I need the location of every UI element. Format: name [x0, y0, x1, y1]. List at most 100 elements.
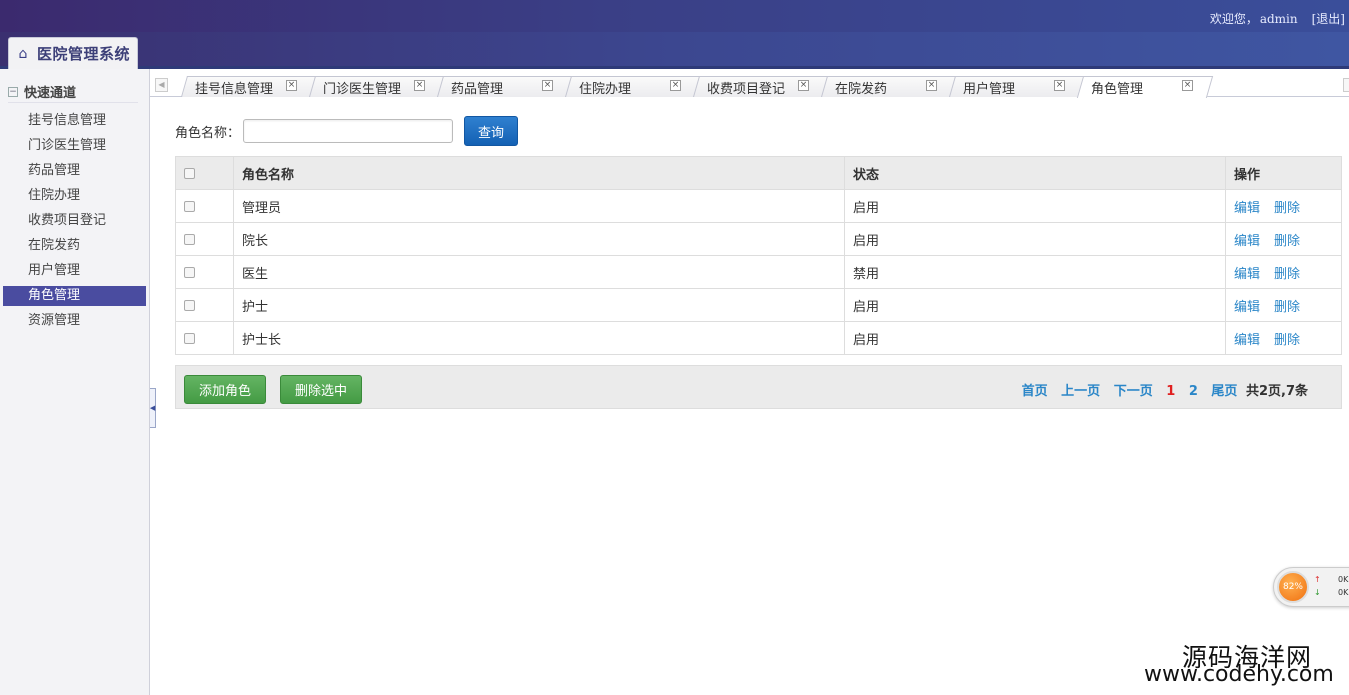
- tab-label: 在院发药: [835, 82, 888, 97]
- sidebar-item[interactable]: 住院办理: [3, 186, 146, 206]
- sidebar-item[interactable]: 收费项目登记: [3, 211, 146, 231]
- home-icon: ⌂: [18, 45, 28, 62]
- upload-speed: 0K: [1338, 575, 1349, 584]
- tab-label: 用户管理: [963, 82, 1016, 97]
- status-cell: 禁用: [844, 255, 1226, 289]
- sidebar-item[interactable]: 角色管理: [3, 286, 146, 306]
- tab-label: 角色管理: [1091, 82, 1144, 97]
- tab-scroll-right-button[interactable]: [1343, 78, 1349, 92]
- tab-label: 药品管理: [451, 82, 504, 97]
- sidebar: − 快速通道 挂号信息管理 门诊医生管理 药品管理住院办理收费项目登记 在院发药用户管…: [0, 69, 150, 695]
- sidebar-menu: 挂号信息管理 门诊医生管理 药品管理住院办理收费项目登记 在院发药用户管理角色管理资源…: [3, 111, 146, 336]
- prev-page-link[interactable]: 上一页: [1061, 384, 1100, 399]
- delete-link[interactable]: 删除: [1274, 300, 1300, 315]
- status-cell: 启用: [844, 189, 1226, 223]
- row-checkbox[interactable]: [184, 332, 195, 344]
- actions-cell: 编辑 删除: [1225, 288, 1342, 322]
- sidebar-item[interactable]: 在院发药: [3, 236, 146, 256]
- table-row: 护士长 启用 编辑 删除: [175, 321, 1342, 355]
- tab-label: 住院办理: [579, 82, 632, 97]
- tab-close-icon[interactable]: ×: [670, 80, 681, 91]
- quick-access-header[interactable]: − 快速通道: [8, 81, 138, 103]
- delete-link[interactable]: 删除: [1274, 201, 1300, 216]
- row-checkbox[interactable]: [184, 233, 195, 245]
- role-name-cell: 医生: [233, 255, 845, 289]
- row-checkbox[interactable]: [184, 266, 195, 278]
- edit-link[interactable]: 编辑: [1234, 267, 1260, 282]
- app-title: 医院管理系统: [37, 45, 131, 63]
- quick-access-title: 快速通道: [24, 86, 77, 101]
- edit-link[interactable]: 编辑: [1234, 333, 1260, 348]
- row-select-cell: [175, 321, 234, 355]
- header-band: [0, 32, 1349, 68]
- sidebar-item[interactable]: 资源管理: [3, 311, 146, 331]
- sidebar-item[interactable]: 挂号信息管理: [3, 111, 146, 131]
- status-cell: 启用: [844, 222, 1226, 256]
- welcome-text: 欢迎您，: [1209, 12, 1258, 26]
- column-header-role-name: 角色名称: [233, 156, 845, 190]
- role-name-cell: 护士: [233, 288, 845, 322]
- tab-label: 门诊医生管理: [323, 82, 402, 97]
- sidebar-collapse-handle[interactable]: ◀: [150, 388, 156, 428]
- row-select-cell: [175, 255, 234, 289]
- table-body: 管理员 启用 编辑 删除 院长 启用 编辑 删除 医生 禁用 编辑 删除 护士 启用 编辑 删除 护士长 启用 编辑…: [175, 189, 1342, 355]
- actions-cell: 编辑 删除: [1225, 321, 1342, 355]
- tab-close-icon[interactable]: ×: [1182, 80, 1193, 91]
- logout-link[interactable]: [退出]: [1312, 12, 1345, 26]
- username: admin: [1259, 12, 1298, 26]
- actions-cell: 编辑 删除: [1225, 189, 1342, 223]
- tab-close-icon[interactable]: ×: [286, 80, 297, 91]
- table-row: 管理员 启用 编辑 删除: [175, 189, 1342, 223]
- app-title-tab[interactable]: ⌂ 医院管理系统: [8, 37, 138, 69]
- role-name-cell: 护士长: [233, 321, 845, 355]
- row-checkbox[interactable]: [184, 299, 195, 311]
- tab-strip: ◀ 挂号信息管理 × 门诊医生管理 × 药品管理 × 住院办理 × 收费项目登记 × 在院发药 × 用户…: [150, 69, 1349, 98]
- tab-close-icon[interactable]: ×: [926, 80, 937, 91]
- actions-cell: 编辑 删除: [1225, 255, 1342, 289]
- query-button[interactable]: 查询: [464, 116, 518, 146]
- last-page-link[interactable]: 尾页: [1211, 384, 1237, 399]
- sidebar-item[interactable]: 药品管理: [3, 161, 146, 181]
- collapse-toggle-icon[interactable]: −: [8, 86, 18, 97]
- page-link-1[interactable]: 1: [1166, 384, 1175, 399]
- delete-link[interactable]: 删除: [1274, 234, 1300, 249]
- table-row: 医生 禁用 编辑 删除: [175, 255, 1342, 289]
- pagination: 首页 上一页 下一页 1 2 尾页 共2页,7条: [1013, 380, 1308, 399]
- select-all-checkbox[interactable]: [184, 167, 195, 179]
- tab-close-icon[interactable]: ×: [414, 80, 425, 91]
- role-name-cell: 院长: [233, 222, 845, 256]
- first-page-link[interactable]: 首页: [1022, 384, 1048, 399]
- sidebar-item[interactable]: 用户管理: [3, 261, 146, 281]
- actions-cell: 编辑 删除: [1225, 222, 1342, 256]
- row-select-cell: [175, 189, 234, 223]
- tab-scroll-left-button[interactable]: ◀: [155, 78, 168, 92]
- page-link-2[interactable]: 2: [1189, 384, 1198, 399]
- column-header-actions: 操作: [1225, 156, 1342, 190]
- table-row: 护士 启用 编辑 删除: [175, 288, 1342, 322]
- network-speed-widget[interactable]: 82% ↑ ↓ 0K 0K: [1273, 567, 1349, 607]
- delete-link[interactable]: 删除: [1274, 333, 1300, 348]
- next-page-link[interactable]: 下一页: [1114, 384, 1153, 399]
- row-select-cell: [175, 222, 234, 256]
- tab-close-icon[interactable]: ×: [1054, 80, 1065, 91]
- role-name-input[interactable]: [243, 119, 453, 143]
- edit-link[interactable]: 编辑: [1234, 300, 1260, 315]
- delete-link[interactable]: 删除: [1274, 267, 1300, 282]
- edit-link[interactable]: 编辑: [1234, 201, 1260, 216]
- tab-label: 挂号信息管理: [195, 82, 274, 97]
- role-name-label: 角色名称：: [175, 126, 241, 141]
- tab-close-icon[interactable]: ×: [542, 80, 553, 91]
- edit-link[interactable]: 编辑: [1234, 234, 1260, 249]
- status-cell: 启用: [844, 288, 1226, 322]
- role-table: 角色名称 状态 操作 管理员 启用 编辑 删除 院长 启用 编辑 删除 医生 禁用 编辑 删除 护士 启用…: [175, 156, 1342, 355]
- table-header-row: 角色名称 状态 操作: [175, 156, 1342, 190]
- row-checkbox[interactable]: [184, 200, 195, 212]
- add-role-button[interactable]: 添加角色: [184, 375, 266, 404]
- sidebar-item[interactable]: 门诊医生管理: [3, 136, 146, 156]
- watermark-en: www.codehy.com: [1144, 662, 1334, 687]
- table-row: 院长 启用 编辑 删除: [175, 222, 1342, 256]
- tab-close-icon[interactable]: ×: [798, 80, 809, 91]
- delete-selected-button[interactable]: 删除选中: [280, 375, 362, 404]
- download-arrow-icon: ↓: [1314, 588, 1321, 597]
- page-total: 共2页,7条: [1245, 384, 1308, 399]
